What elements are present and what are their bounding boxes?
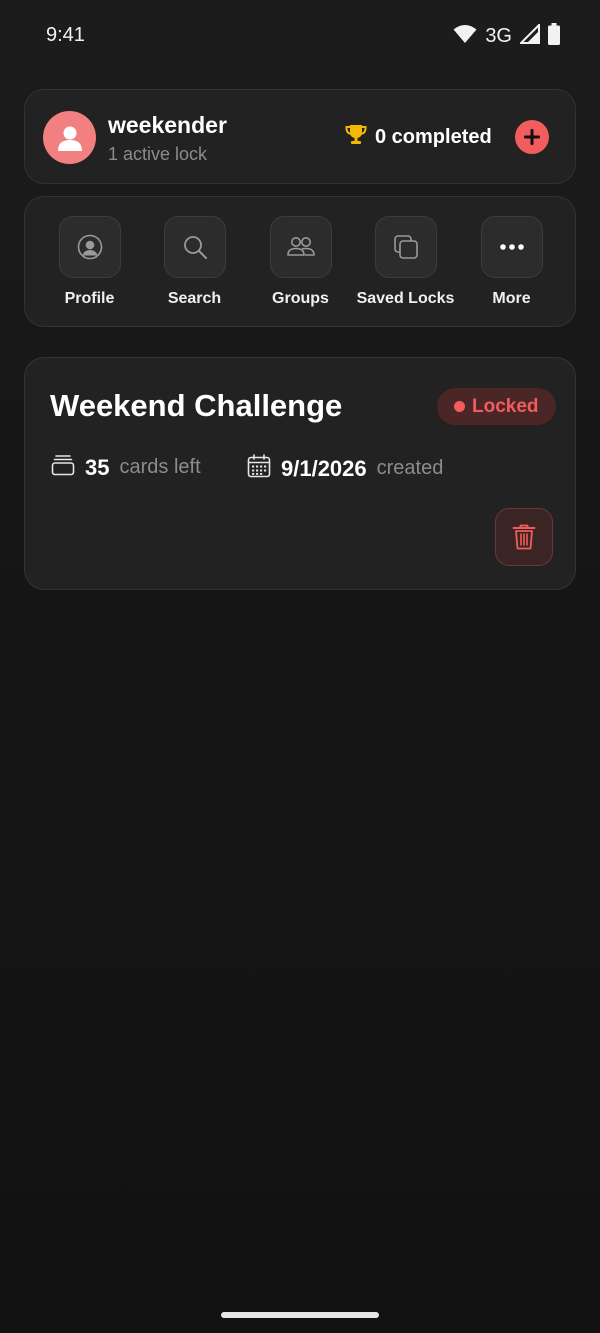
network-type: 3G bbox=[485, 25, 512, 47]
action-profile[interactable]: Profile bbox=[37, 216, 142, 316]
more-icon bbox=[480, 216, 543, 278]
created-date-label: created bbox=[376, 457, 444, 479]
groups-icon bbox=[269, 216, 332, 278]
cards-left-stat: 35 cards left bbox=[51, 454, 201, 481]
status-icons: 3G bbox=[453, 22, 560, 50]
trash-icon bbox=[512, 524, 536, 550]
trophy-icon bbox=[345, 124, 367, 151]
action-groups[interactable]: Groups bbox=[248, 216, 353, 316]
search-icon bbox=[163, 216, 226, 278]
status-bar: 9:41 3G bbox=[0, 0, 600, 72]
action-label: Saved Locks bbox=[356, 290, 455, 307]
completed-label: 0 completed bbox=[375, 126, 492, 148]
plus-icon bbox=[524, 129, 540, 145]
avatar[interactable] bbox=[43, 111, 96, 164]
wifi-icon bbox=[453, 24, 477, 49]
cards-left-value: 35 bbox=[85, 454, 110, 480]
action-search[interactable]: Search bbox=[142, 216, 247, 316]
username: weekender bbox=[108, 112, 227, 138]
created-date-stat: 9/1/2026 created bbox=[247, 454, 443, 483]
saved-locks-icon bbox=[374, 216, 437, 278]
action-label: More bbox=[492, 290, 531, 307]
action-saved-locks[interactable]: Saved Locks bbox=[353, 216, 458, 316]
lock-card[interactable]: Weekend Challenge Locked 35 cards left 9… bbox=[24, 357, 576, 590]
cards-icon bbox=[51, 454, 75, 481]
created-date-value: 9/1/2026 bbox=[281, 455, 367, 481]
user-header-card: weekender 1 active lock 0 completed bbox=[24, 89, 576, 184]
completed-count: 0 completed bbox=[345, 124, 492, 151]
quick-actions: Profile Search Groups Saved Locks More bbox=[24, 196, 576, 327]
delete-button[interactable] bbox=[495, 508, 553, 566]
screen: 9:41 3G weekender 1 active lock 0 comple… bbox=[0, 0, 600, 1333]
add-lock-button[interactable] bbox=[515, 120, 549, 154]
status-dot bbox=[454, 401, 465, 412]
active-lock-count: 1 active lock bbox=[108, 144, 208, 164]
action-label: Profile bbox=[64, 290, 115, 307]
signal-icon bbox=[518, 22, 540, 49]
calendar-icon bbox=[247, 454, 271, 483]
action-label: Groups bbox=[272, 290, 329, 307]
status-time: 9:41 bbox=[46, 24, 85, 46]
user-icon bbox=[57, 126, 82, 151]
action-label: Search bbox=[167, 290, 222, 307]
cards-left-label: cards left bbox=[119, 456, 201, 478]
profile-icon bbox=[58, 216, 121, 278]
lock-title: Weekend Challenge bbox=[50, 388, 343, 423]
action-more[interactable]: More bbox=[459, 216, 564, 316]
home-indicator[interactable] bbox=[221, 1312, 379, 1318]
status-badge: Locked bbox=[437, 388, 556, 425]
battery-icon bbox=[548, 23, 560, 50]
status-label: Locked bbox=[472, 395, 539, 417]
